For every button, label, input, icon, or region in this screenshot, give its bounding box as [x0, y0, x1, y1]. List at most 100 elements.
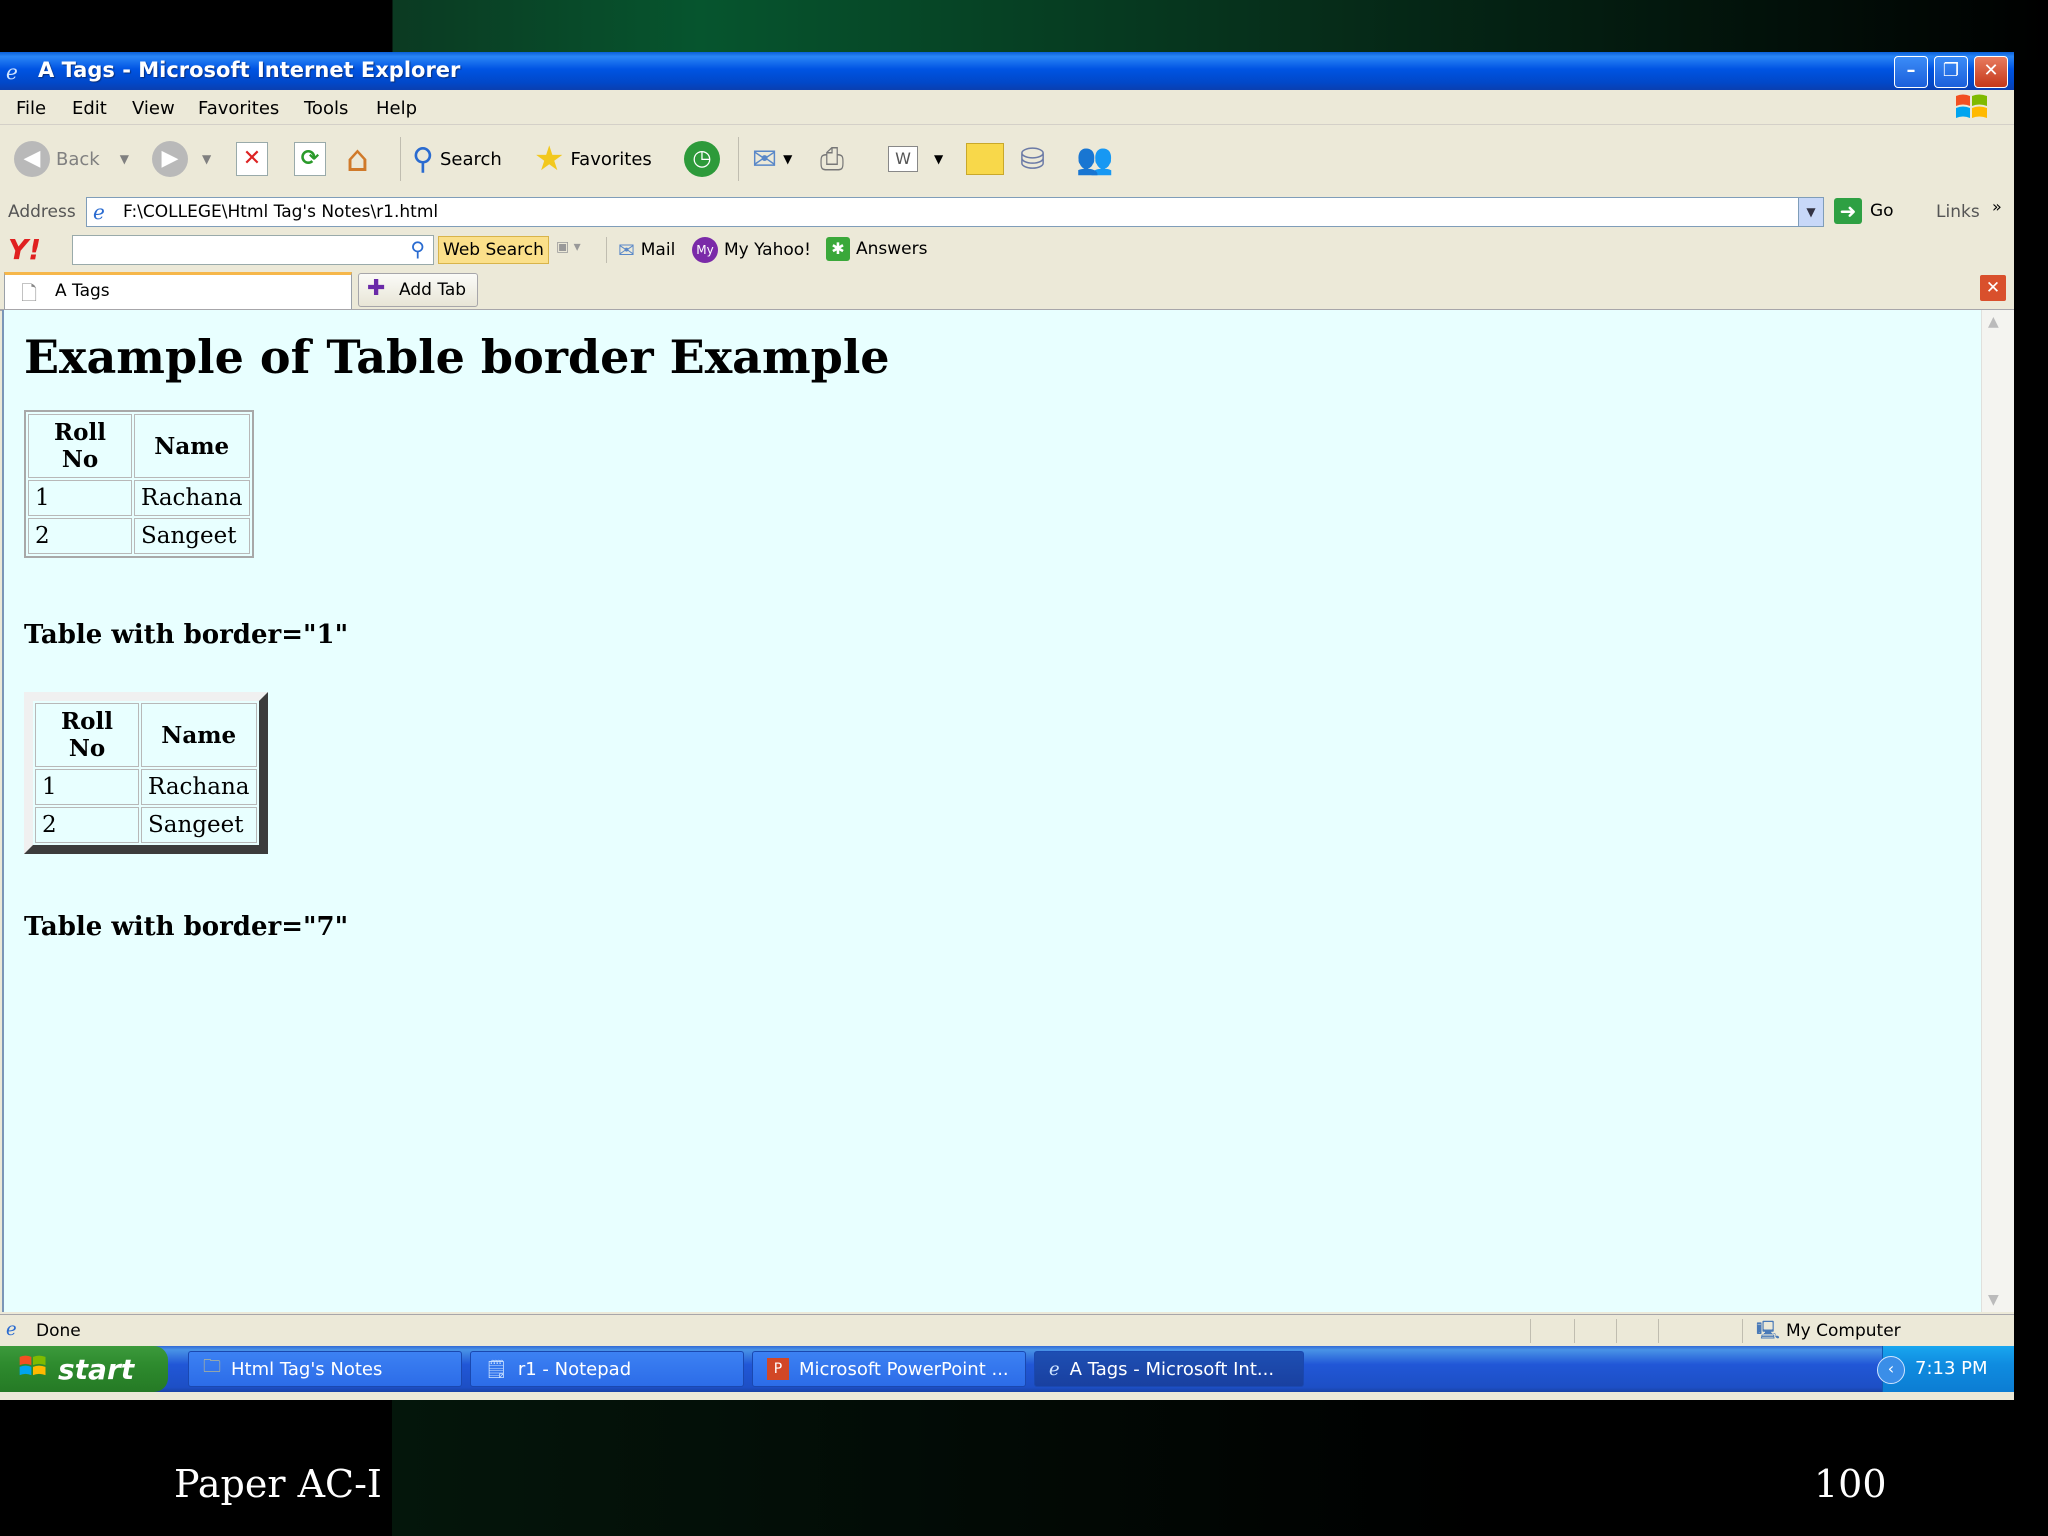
tray-expand-icon[interactable]: ‹ — [1877, 1356, 1905, 1384]
yahoo-logo[interactable]: Y! — [8, 233, 41, 266]
task-html-tags-notes[interactable]: 🗀 Html Tag's Notes — [188, 1351, 462, 1387]
windows-logo-icon — [1954, 92, 1994, 122]
word-edit-icon: W — [888, 146, 918, 172]
close-tab-icon[interactable]: ✕ — [1980, 275, 2006, 301]
print-icon: ⎙ — [820, 141, 844, 177]
status-text: Done — [36, 1321, 81, 1341]
page-icon: 🗋 — [21, 281, 38, 305]
mail-dropdown-icon[interactable]: ▼ — [783, 152, 792, 166]
restore-button[interactable]: ❐ — [1934, 56, 1968, 88]
folder-icon: 🗀 — [203, 1356, 221, 1377]
ie-icon: ℯ — [6, 60, 18, 84]
favorites-star-icon: ★ — [534, 139, 565, 179]
yahoo-mail-button[interactable]: ✉ Mail — [618, 238, 675, 262]
history-button[interactable]: ◷ — [684, 139, 720, 179]
header-roll-no: Roll No — [28, 414, 132, 478]
chevron-icon[interactable]: » — [1992, 197, 2002, 216]
notepad-icon: 🗒 — [485, 1358, 508, 1380]
system-tray: ‹ 7:13 PM — [1877, 1346, 2014, 1392]
close-button[interactable]: ✕ — [1974, 56, 2008, 88]
browser-window: ℯ A Tags - Microsoft Internet Explorer –… — [0, 52, 2014, 1400]
task-notepad[interactable]: 🗒 r1 - Notepad — [470, 1351, 744, 1387]
clock[interactable]: 7:13 PM — [1915, 1358, 1988, 1379]
web-search-button[interactable]: Web Search — [438, 236, 549, 264]
stop-button[interactable]: ✕ — [236, 139, 268, 179]
mail-icon: ✉ — [752, 141, 778, 177]
minimize-button[interactable]: – — [1894, 56, 1928, 88]
home-icon: ⌂ — [346, 138, 369, 180]
edit-button[interactable]: W ▼ — [888, 139, 943, 179]
mail-icon: ✉ — [618, 238, 635, 262]
add-tab-button[interactable]: ✚ Add Tab — [358, 273, 478, 307]
answers-icon: ✱ — [826, 237, 850, 261]
cell-roll: 1 — [28, 480, 132, 516]
home-button[interactable]: ⌂ — [346, 138, 369, 180]
tab-a-tags[interactable]: 🗋 A Tags — [4, 272, 352, 309]
search-button[interactable]: ⚲ Search — [412, 139, 502, 179]
go-button[interactable]: ➜ Go — [1834, 198, 1894, 224]
back-button[interactable]: ◀ Back ▼ — [14, 139, 129, 179]
yahoo-search-input[interactable]: ⚲ — [72, 235, 434, 265]
vertical-scrollbar[interactable]: ▲ ▼ — [1981, 310, 2014, 1312]
menu-help[interactable]: Help — [376, 98, 417, 119]
caption-border-7: Table with border="7" — [24, 912, 349, 942]
discuss-button[interactable] — [966, 139, 1004, 179]
my-yahoo-button[interactable]: My My Yahoo! — [692, 237, 811, 263]
table-row: 2 Sangeet — [35, 807, 257, 843]
start-button[interactable]: start — [0, 1346, 168, 1392]
address-input[interactable]: ℯ F:\COLLEGE\Html Tag's Notes\r1.html ▼ — [86, 197, 1824, 227]
table-header-row: Roll No Name — [28, 414, 250, 478]
cell-name: Sangeet — [141, 807, 257, 843]
table-border-7: Roll No Name 1 Rachana 2 Sangeet — [24, 692, 268, 854]
windows-logo-icon — [18, 1353, 48, 1386]
cell-name: Rachana — [141, 769, 257, 805]
menu-tools[interactable]: Tools — [304, 98, 348, 119]
bookmark-icon[interactable]: ▣ ▾ — [556, 239, 581, 255]
table-header-row: Roll No Name — [35, 703, 257, 767]
menu-favorites[interactable]: Favorites — [198, 98, 279, 119]
forward-arrow-icon: ▶ — [152, 141, 188, 177]
back-dropdown-icon[interactable]: ▼ — [120, 152, 129, 166]
search-icon: ⚲ — [412, 141, 434, 177]
forward-button[interactable]: ▶ ▼ — [152, 139, 211, 179]
table-row: 2 Sangeet — [28, 518, 250, 554]
header-name: Name — [134, 414, 250, 478]
search-icon: ⚲ — [410, 237, 425, 261]
ie-icon: ℯ — [1049, 1358, 1060, 1380]
caption-border-1: Table with border="1" — [24, 620, 349, 650]
address-bar: Address ℯ F:\COLLEGE\Html Tag's Notes\r1… — [0, 193, 2014, 232]
tabs-bar: 🗋 A Tags ✚ Add Tab ✕ — [0, 269, 2014, 311]
menu-edit[interactable]: Edit — [72, 98, 107, 119]
address-label: Address — [8, 202, 76, 222]
header-roll-no: Roll No — [35, 703, 139, 767]
answers-button[interactable]: ✱ Answers — [826, 237, 927, 261]
mail-button[interactable]: ✉ ▼ — [752, 139, 792, 179]
task-powerpoint[interactable]: P Microsoft PowerPoint ... — [752, 1351, 1026, 1387]
print-button[interactable]: ⎙ — [820, 139, 844, 179]
links-button[interactable]: Links — [1936, 202, 1980, 222]
task-a-tags-ie[interactable]: ℯ A Tags - Microsoft Int... — [1034, 1351, 1304, 1387]
title-bar[interactable]: ℯ A Tags - Microsoft Internet Explorer –… — [0, 52, 2014, 90]
cell-name: Rachana — [134, 480, 250, 516]
favorites-button[interactable]: ★ Favorites — [534, 139, 652, 179]
forward-dropdown-icon[interactable]: ▼ — [202, 152, 211, 166]
cell-roll: 2 — [28, 518, 132, 554]
messenger-button[interactable]: 👥 — [1076, 139, 1113, 179]
refresh-button[interactable]: ⟳ — [294, 139, 326, 179]
research-button[interactable]: ⛁ — [1020, 139, 1045, 179]
history-icon: ◷ — [684, 141, 720, 177]
edit-dropdown-icon[interactable]: ▼ — [934, 152, 943, 166]
scroll-up-icon[interactable]: ▲ — [1988, 314, 1999, 330]
cell-name: Sangeet — [134, 518, 250, 554]
page-content: Example of Table border Example Roll No … — [2, 310, 1982, 1312]
page-heading: Example of Table border Example — [24, 330, 890, 384]
menu-view[interactable]: View — [132, 98, 175, 119]
address-dropdown-icon[interactable]: ▼ — [1798, 198, 1823, 226]
slide-page-number: 100 — [1814, 1462, 1887, 1506]
yahoo-toolbar: Y! ⚲ Web Search ▣ ▾ ✉ Mail My My Yahoo! … — [0, 231, 2014, 270]
menu-file[interactable]: File — [16, 98, 46, 119]
security-zone: My Computer — [1786, 1321, 1901, 1341]
address-value: F:\COLLEGE\Html Tag's Notes\r1.html — [123, 202, 439, 222]
scroll-down-icon[interactable]: ▼ — [1988, 1292, 1999, 1308]
my-computer-icon: 🖳 — [1756, 1320, 1781, 1341]
